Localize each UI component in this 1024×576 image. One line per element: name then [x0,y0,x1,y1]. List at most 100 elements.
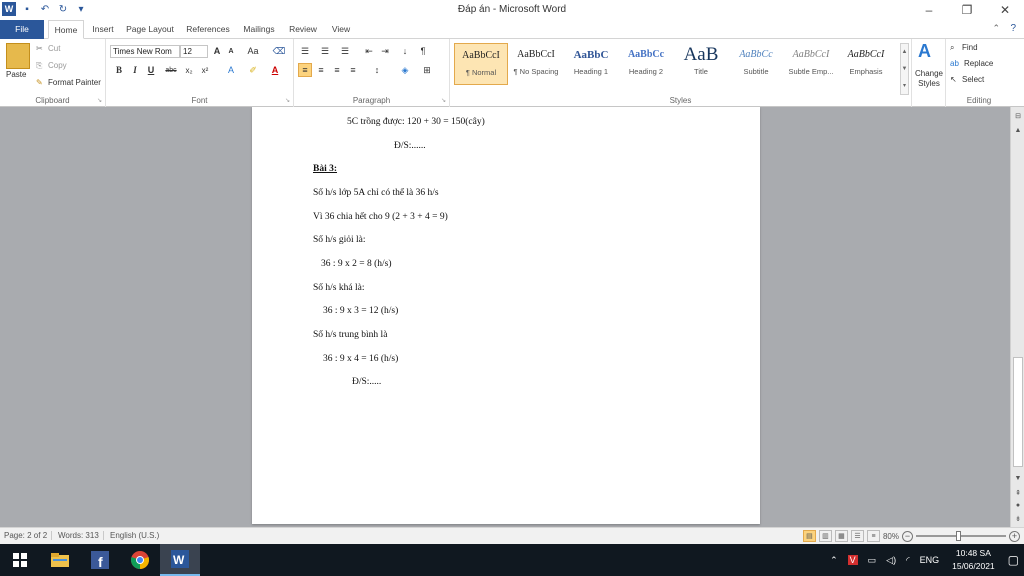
increase-indent-icon[interactable]: ⇥ [378,44,392,58]
scroll-thumb[interactable] [1013,357,1023,467]
paste-icon[interactable] [6,43,30,69]
chrome-icon[interactable] [120,544,160,576]
clock[interactable]: 10:48 SA 15/06/2021 [944,547,1003,573]
document-page[interactable]: 5C trồng được: 120 + 30 = 150(cây) Đ/S:.… [252,107,760,524]
shrink-font-icon[interactable]: A [224,44,238,58]
change-case-icon[interactable]: Aa [246,44,260,58]
sort-icon[interactable]: ↓ [398,44,412,58]
tab-insert[interactable]: Insert [87,20,119,39]
next-page-icon[interactable]: ⇟ [1012,513,1024,524]
text-effects-icon[interactable]: A [224,63,238,77]
antivirus-icon[interactable]: V [843,555,863,565]
zoom-level[interactable]: 80% [883,532,899,541]
style-emphasis[interactable]: AaBbCcI Emphasis [839,43,893,85]
notifications-icon[interactable]: ▢ [1003,553,1024,567]
tab-view[interactable]: View [326,20,356,39]
cut-button[interactable]: Cut [48,44,60,53]
style-heading-1[interactable]: AaBbC Heading 1 [564,43,618,85]
vertical-scrollbar[interactable]: ⊟ ▲ ▼ ⇞ ● ⇟ [1010,107,1024,527]
copy-button[interactable]: Copy [48,61,67,70]
minimize-ribbon-icon[interactable]: ⌃ [992,23,1000,34]
highlight-icon[interactable]: ✐ [246,63,260,77]
align-center-icon[interactable]: ≡ [314,63,328,77]
paragraph-launcher-icon[interactable]: ↘ [441,97,446,104]
select-button[interactable]: Select [962,75,984,84]
decrease-indent-icon[interactable]: ⇤ [362,44,376,58]
file-explorer-icon[interactable] [40,544,80,576]
subscript-icon[interactable]: x₂ [182,63,196,77]
tab-home[interactable]: Home [48,20,84,39]
multilevel-list-icon[interactable]: ☰ [338,44,352,58]
style-no-spacing[interactable]: AaBbCcI ¶ No Spacing [509,43,563,85]
print-layout-icon[interactable]: ▤ [802,530,816,542]
bullets-icon[interactable]: ☰ [298,44,312,58]
network-icon[interactable]: ▭ [863,555,882,566]
replace-icon[interactable]: ab [950,59,959,68]
tab-references[interactable]: References [182,20,234,39]
outline-icon[interactable]: ☰ [850,530,864,542]
tab-mailings[interactable]: Mailings [238,20,280,39]
copy-icon[interactable]: ⎘ [36,61,42,71]
font-launcher-icon[interactable]: ↘ [285,97,290,104]
zoom-out-icon[interactable]: − [902,530,913,542]
full-screen-reading-icon[interactable]: ▥ [818,530,832,542]
zoom-slider[interactable] [916,531,1006,541]
font-size-box[interactable]: 12 [180,45,208,58]
shading-icon[interactable]: ◈ [398,63,412,77]
superscript-icon[interactable]: x² [198,63,212,77]
align-right-icon[interactable]: ≡ [330,63,344,77]
style-normal[interactable]: AaBbCcI ¶ Normal [454,43,508,85]
tray-expand-icon[interactable]: ⌃ [825,555,843,566]
wifi-icon[interactable]: ◜ [901,555,915,566]
format-painter-icon[interactable]: ✎ [36,78,43,87]
select-icon[interactable]: ↖ [950,75,957,84]
style-subtle-emphasis[interactable]: AaBbCcI Subtle Emp... [784,43,838,85]
style-subtitle[interactable]: AaBbCc Subtitle [729,43,783,85]
style-heading-2[interactable]: AaBbCc Heading 2 [619,43,673,85]
language-indicator[interactable]: English (U.S.) [110,531,163,540]
ruler-toggle-icon[interactable]: ⊟ [1012,110,1024,121]
previous-page-icon[interactable]: ⇞ [1012,487,1024,498]
format-painter-button[interactable]: Format Painter [48,78,101,87]
page-count[interactable]: Page: 2 of 2 [4,531,53,540]
replace-button[interactable]: Replace [964,59,993,68]
close-button[interactable]: ✕ [986,0,1024,20]
line-spacing-icon[interactable]: ↕ [370,63,384,77]
find-button[interactable]: Find [962,43,978,52]
numbering-icon[interactable]: ☰ [318,44,332,58]
styles-gallery-scroll[interactable]: ▲ ▼ ▾ [900,43,909,95]
tab-review[interactable]: Review [284,20,322,39]
bold-icon[interactable]: B [112,63,126,77]
cut-icon[interactable]: ✂ [36,44,43,53]
word-taskbar-icon[interactable]: W [160,544,200,576]
minimize-button[interactable]: – [910,0,948,20]
zoom-slider-knob[interactable] [956,531,961,541]
italic-icon[interactable]: I [128,63,142,77]
style-title[interactable]: AaB Title [674,43,728,85]
start-icon[interactable] [0,544,40,576]
borders-icon[interactable]: ⊞ [420,63,434,77]
zoom-in-icon[interactable]: + [1009,530,1020,542]
align-left-icon[interactable]: ≡ [298,63,312,77]
grow-font-icon[interactable]: A [210,44,224,58]
paste-button[interactable]: Paste [6,70,26,79]
show-formatting-icon[interactable]: ¶ [416,44,430,58]
tab-file[interactable]: File [0,20,44,39]
underline-icon[interactable]: U [144,63,158,77]
browse-object-icon[interactable]: ● [1012,500,1024,511]
facebook-icon[interactable]: f [80,544,120,576]
clear-formatting-icon[interactable]: ⌫ [272,44,286,58]
change-styles-icon[interactable]: A [918,41,931,62]
change-styles-button[interactable]: Change Styles [912,69,946,89]
help-icon[interactable]: ? [1010,23,1016,34]
volume-icon[interactable]: ◁) [881,555,901,566]
font-color-icon[interactable]: A [268,63,282,77]
scroll-down-icon[interactable]: ▼ [1012,473,1024,484]
draft-icon[interactable]: ≡ [866,530,880,542]
justify-icon[interactable]: ≡ [346,63,360,77]
strikethrough-icon[interactable]: abc [164,63,178,77]
word-count[interactable]: Words: 313 [58,531,104,540]
clipboard-launcher-icon[interactable]: ↘ [97,97,102,104]
font-name-box[interactable]: Times New Rom [110,45,180,58]
scroll-up-icon[interactable]: ▲ [1012,125,1024,136]
